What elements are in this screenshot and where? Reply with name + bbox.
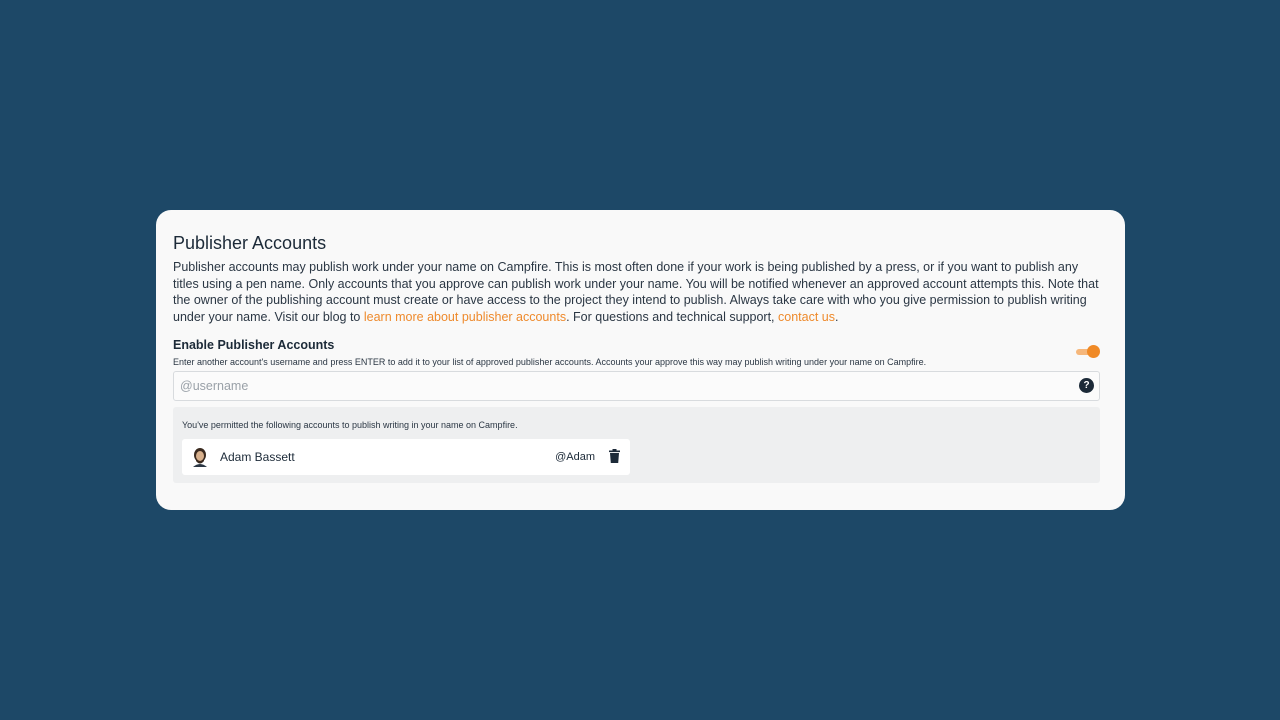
trash-icon[interactable] [609, 449, 620, 463]
section-title: Enable Publisher Accounts [173, 338, 335, 352]
page-title: Publisher Accounts [173, 233, 327, 253]
enable-section: Enable Publisher Accounts Enter another … [173, 335, 1101, 369]
contact-us-link[interactable]: contact us [778, 310, 835, 324]
permitted-text: You've permitted the following accounts … [182, 420, 518, 430]
username-field: ? [173, 371, 1100, 401]
enable-publisher-toggle[interactable] [1076, 345, 1100, 358]
account-handle: @Adam [555, 451, 595, 463]
question-icon[interactable]: ? [1079, 378, 1094, 393]
toggle-knob [1087, 345, 1100, 358]
description-text-3: . [835, 309, 839, 324]
username-input[interactable] [174, 372, 1060, 400]
account-name: Adam Bassett [220, 450, 295, 464]
section-help-text: Enter another account's username and pre… [173, 357, 927, 367]
permitted-accounts-panel: You've permitted the following accounts … [173, 407, 1100, 483]
account-row: Adam Bassett @Adam [182, 439, 630, 475]
learn-more-link[interactable]: learn more about publisher accounts [364, 310, 566, 324]
description-text-2: . For questions and technical support, [566, 309, 779, 324]
avatar-icon [193, 448, 207, 467]
publisher-accounts-card: Publisher Accounts Publisher accounts ma… [156, 210, 1125, 510]
description: Publisher accounts may publish work unde… [173, 259, 1101, 325]
